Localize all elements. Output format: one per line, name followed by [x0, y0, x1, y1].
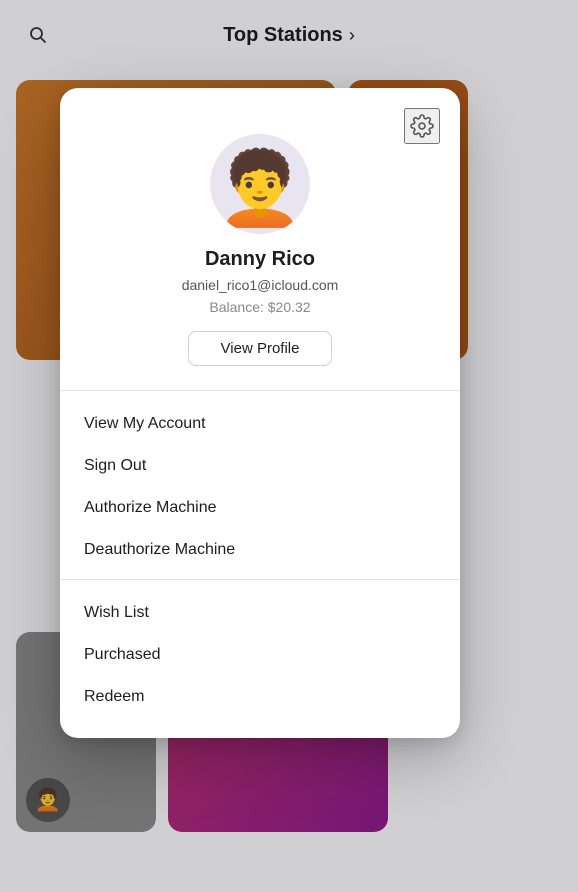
menu-item-wish-list[interactable]: Wish List	[60, 592, 460, 634]
user-popup: 🧑‍🦱 Danny Rico daniel_rico1@icloud.com B…	[60, 88, 460, 738]
profile-section: 🧑‍🦱 Danny Rico daniel_rico1@icloud.com B…	[60, 134, 460, 386]
user-balance: Balance: $20.32	[209, 299, 310, 315]
menu-item-authorize-machine[interactable]: Authorize Machine	[60, 487, 460, 529]
menu-item-view-my-account[interactable]: View My Account	[60, 403, 460, 445]
divider-2	[60, 579, 460, 580]
menu-item-purchased[interactable]: Purchased	[60, 634, 460, 676]
divider-1	[60, 390, 460, 391]
menu-group-1: View My Account Sign Out Authorize Machi…	[60, 395, 460, 575]
menu-item-redeem[interactable]: Redeem	[60, 676, 460, 718]
user-email: daniel_rico1@icloud.com	[182, 277, 339, 293]
gear-icon	[410, 114, 434, 138]
avatar: 🧑‍🦱	[210, 134, 310, 234]
avatar-emoji: 🧑‍🦱	[215, 153, 305, 225]
popup-header	[60, 88, 460, 144]
menu-item-sign-out[interactable]: Sign Out	[60, 445, 460, 487]
menu-item-deauthorize-machine[interactable]: Deauthorize Machine	[60, 529, 460, 571]
app-background: Music 🧑‍🦱 Music Top Stations ›	[0, 0, 578, 892]
settings-button[interactable]	[404, 108, 440, 144]
view-profile-button[interactable]: View Profile	[188, 331, 333, 366]
user-name: Danny Rico	[205, 248, 315, 271]
menu-group-2: Wish List Purchased Redeem	[60, 584, 460, 722]
